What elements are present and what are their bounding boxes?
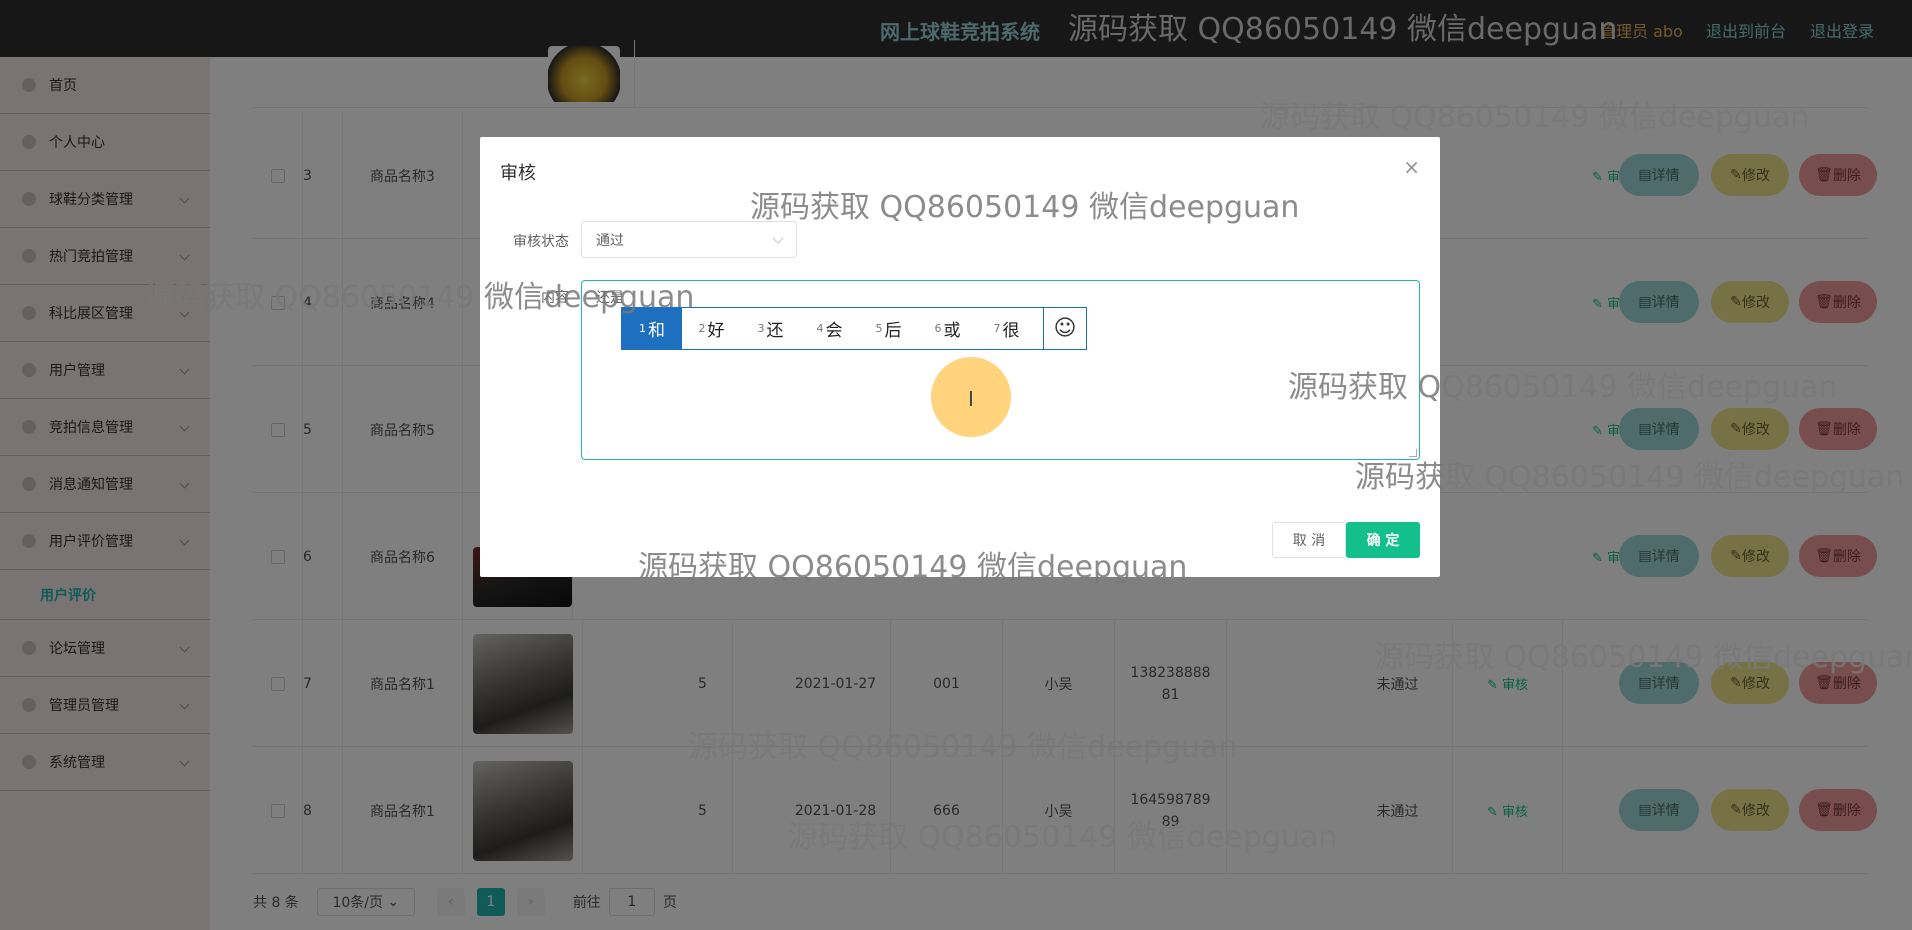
ime-candidate[interactable]: 6或 — [918, 308, 977, 349]
watermark: 源码获取 QQ86050149 微信deepguan — [1260, 100, 1810, 135]
emoji-icon[interactable]: ☺ — [1043, 308, 1086, 349]
status-label: 审核状态 — [513, 234, 569, 250]
status-select[interactable]: 通过 — [581, 221, 797, 258]
ime-candidate[interactable]: 3还 — [741, 308, 800, 349]
watermark: 源码获取 QQ86050149 微信deepguan — [1374, 640, 1912, 675]
watermark: 源码获取 QQ86050149 微信deepguan — [788, 820, 1338, 855]
dialog-title: 审核 — [500, 163, 536, 184]
watermark: 源码获取 QQ86050149 微信deepguan — [1355, 460, 1905, 495]
cancel-button[interactable]: 取 消 — [1272, 522, 1346, 558]
chevron-down-icon — [772, 232, 784, 244]
watermark: 源码获取 QQ86050149 微信deepguan — [1068, 12, 1618, 47]
watermark: 源码获取 QQ86050149 微信deepguan — [145, 280, 695, 315]
close-icon[interactable]: × — [1403, 155, 1420, 179]
watermark: 源码获取 QQ86050149 微信deepguan — [638, 550, 1188, 585]
ime-candidate[interactable]: 7很 — [977, 308, 1036, 349]
watermark: 源码获取 QQ86050149 微信deepguan — [750, 190, 1300, 225]
ime-candidate[interactable]: 4会 — [800, 308, 859, 349]
text-cursor-icon: I — [968, 387, 974, 411]
watermark: 源码获取 QQ86050149 微信deepguan — [688, 730, 1238, 765]
confirm-button[interactable]: 确 定 — [1346, 522, 1420, 558]
watermark: 源码获取 QQ86050149 微信deepguan — [1288, 370, 1838, 405]
ime-candidate[interactable]: 5后 — [859, 308, 918, 349]
